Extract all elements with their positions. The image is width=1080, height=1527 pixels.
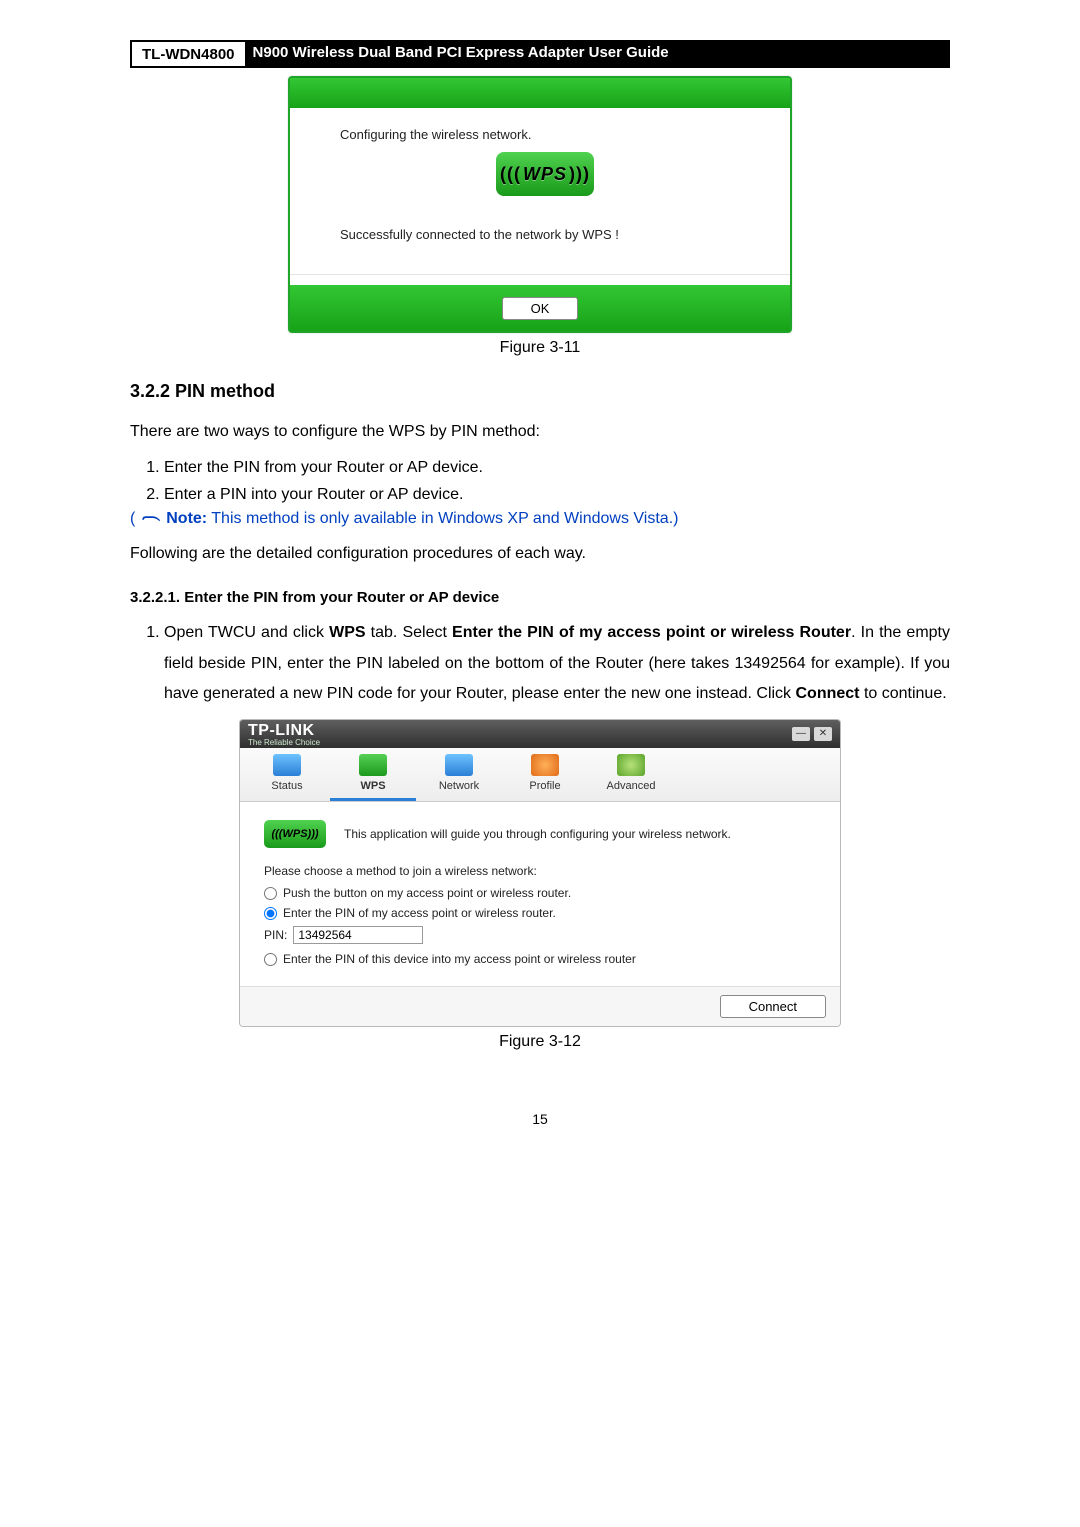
window-controls: — ✕ — [792, 727, 832, 741]
page-header: TL-WDN4800 N900 Wireless Dual Band PCI E… — [130, 40, 950, 68]
wps-small-logo-icon: WPS — [264, 820, 326, 848]
tab-advanced[interactable]: Advanced — [588, 754, 674, 801]
choose-method-text: Please choose a method to join a wireles… — [264, 864, 816, 878]
wps-success-dialog: Configuring the wireless network. WPS Su… — [288, 76, 792, 333]
section-intro: There are two ways to configure the WPS … — [130, 420, 950, 443]
following-text: Following are the detailed configuration… — [130, 542, 950, 565]
document-page: TL-WDN4800 N900 Wireless Dual Band PCI E… — [130, 0, 950, 1187]
ways-list: Enter the PIN from your Router or AP dev… — [130, 454, 950, 508]
way-item-2: Enter a PIN into your Router or AP devic… — [164, 481, 950, 508]
radio-enter-into-router[interactable]: Enter the PIN of this device into my acc… — [264, 952, 816, 966]
profile-icon — [531, 754, 559, 776]
section-heading: 3.2.2 PIN method — [130, 381, 950, 402]
header-model: TL-WDN4800 — [130, 40, 247, 66]
note-line: ( Note: This method is only available in… — [130, 510, 950, 528]
brand-tagline: The Reliable Choice — [248, 738, 320, 747]
header-title: N900 Wireless Dual Band PCI Express Adap… — [247, 40, 950, 66]
way-item-1: Enter the PIN from your Router or AP dev… — [164, 454, 950, 481]
radio-enter-pin[interactable]: Enter the PIN of my access point or wire… — [264, 906, 816, 920]
twcu-titlebar: TP-LINK The Reliable Choice — ✕ — [240, 720, 840, 748]
pin-input[interactable] — [293, 926, 423, 944]
configuring-text: Configuring the wireless network. — [340, 126, 750, 144]
wps-success-text: Successfully connected to the network by… — [340, 226, 750, 244]
brand-logo: TP-LINK — [248, 722, 315, 739]
note-hand-icon — [140, 511, 162, 525]
figure-caption-2: Figure 3-12 — [130, 1033, 950, 1051]
wps-logo-icon: WPS — [496, 152, 594, 196]
advanced-icon — [617, 754, 645, 776]
status-icon — [273, 754, 301, 776]
network-icon — [445, 754, 473, 776]
radio-push-button[interactable]: Push the button on my access point or wi… — [264, 886, 816, 900]
twcu-tab-bar: Status WPS Network Profile Advanced — [240, 748, 840, 802]
pin-label: PIN: — [264, 928, 287, 942]
step-1: Open TWCU and click WPS tab. Select Ente… — [164, 618, 950, 709]
tab-profile[interactable]: Profile — [502, 754, 588, 801]
wps-tab-icon — [359, 754, 387, 776]
twcu-wps-dialog: TP-LINK The Reliable Choice — ✕ Status W… — [239, 719, 841, 1027]
minimize-icon[interactable]: — — [792, 727, 810, 741]
twcu-intro-text: This application will guide you through … — [344, 827, 731, 841]
close-icon[interactable]: ✕ — [814, 727, 832, 741]
steps-list: Open TWCU and click WPS tab. Select Ente… — [130, 618, 950, 709]
dialog-titlebar — [290, 78, 790, 108]
connect-button[interactable]: Connect — [720, 995, 826, 1018]
ok-button[interactable]: OK — [502, 297, 579, 320]
page-number: 15 — [130, 1111, 950, 1127]
tab-wps[interactable]: WPS — [330, 754, 416, 801]
subsection-heading: 3.2.2.1. Enter the PIN from your Router … — [130, 589, 950, 606]
radio-push-input[interactable] — [264, 887, 277, 900]
tab-status[interactable]: Status — [244, 754, 330, 801]
radio-enter-input[interactable] — [264, 907, 277, 920]
radio-into-input[interactable] — [264, 953, 277, 966]
tab-network[interactable]: Network — [416, 754, 502, 801]
figure-caption-1: Figure 3-11 — [130, 339, 950, 357]
